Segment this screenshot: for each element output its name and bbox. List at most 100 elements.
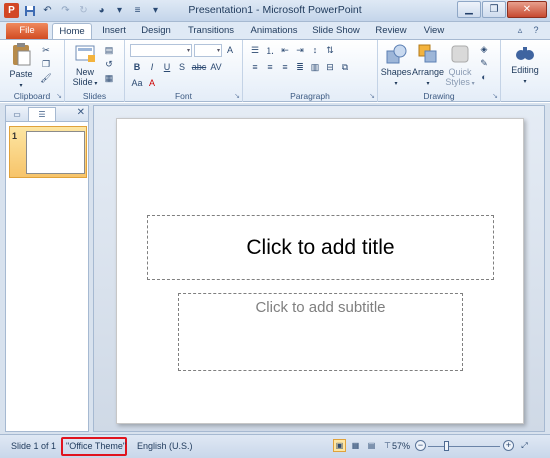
- slides-group: New Slide ▾ ▤ ↺ ▦ Slides: [65, 40, 125, 102]
- close-button[interactable]: ✕: [507, 1, 547, 18]
- line-spacing-icon[interactable]: ↕: [309, 44, 321, 56]
- copy-icon[interactable]: ❐: [40, 58, 52, 70]
- font-name-combo[interactable]: ▾: [130, 44, 192, 57]
- numbering-icon[interactable]: ⒈: [264, 44, 276, 56]
- reset-icon[interactable]: ↺: [103, 58, 115, 70]
- slide-thumbnail-number: 1: [12, 131, 18, 141]
- minimize-button[interactable]: ▁: [457, 1, 481, 18]
- quick-styles-icon: [451, 45, 469, 63]
- drawing-group: Shapes ▾ Arrange ▾ Quick Styles ▾ ◈ ✎ ◐ Dr…: [378, 40, 501, 102]
- maximize-button[interactable]: ❐: [482, 1, 506, 18]
- quick-styles-label-2: Styles: [445, 77, 470, 87]
- tab-view[interactable]: View: [418, 23, 450, 39]
- subtitle-placeholder[interactable]: Click to add subtitle: [178, 293, 463, 371]
- change-case-icon[interactable]: Aa: [131, 77, 143, 89]
- reading-view-icon[interactable]: ▤: [365, 439, 378, 452]
- smartart-icon[interactable]: ⧉: [339, 61, 351, 73]
- decrease-indent-icon[interactable]: ⇤: [279, 44, 291, 56]
- shapes-button[interactable]: Shapes ▾: [380, 43, 412, 89]
- slide-sorter-icon[interactable]: ▦: [349, 439, 362, 452]
- clipboard-group-label: Clipboard: [13, 91, 51, 101]
- slides-panel: ▭ ☰ ✕ 1: [5, 105, 89, 432]
- underline-button[interactable]: U: [161, 61, 173, 73]
- align-text-icon[interactable]: ⊟: [324, 61, 336, 73]
- align-center-icon[interactable]: ≡: [264, 61, 276, 73]
- tab-home[interactable]: Home: [52, 23, 92, 39]
- fit-to-window-icon[interactable]: ⤢: [518, 439, 531, 452]
- editing-button[interactable]: Editing ▾: [505, 43, 545, 87]
- cut-icon[interactable]: ✂: [40, 44, 52, 56]
- columns-icon[interactable]: ▥: [309, 61, 321, 73]
- tab-animations[interactable]: Animations: [246, 23, 302, 39]
- arrange-icon: [418, 44, 437, 63]
- language-status[interactable]: English (U.S.): [137, 441, 193, 451]
- slide-canvas[interactable]: Click to add title Click to add subtitle: [116, 118, 524, 424]
- editing-label: Editing: [511, 65, 539, 75]
- help-icon[interactable]: ?: [530, 24, 542, 36]
- text-direction-icon[interactable]: ⇅: [324, 44, 336, 56]
- shape-outline-icon[interactable]: ✎: [478, 57, 490, 69]
- tab-transitions[interactable]: Transitions: [182, 23, 240, 39]
- tab-review[interactable]: Review: [370, 23, 412, 39]
- tab-slide-show[interactable]: Slide Show: [308, 23, 364, 39]
- slide-thumbnail-item[interactable]: 1: [9, 126, 87, 178]
- binoculars-icon: [516, 47, 534, 60]
- zoom-level[interactable]: 57%: [392, 441, 410, 451]
- char-spacing-icon[interactable]: AV: [210, 61, 222, 73]
- tab-design[interactable]: Design: [136, 23, 176, 39]
- outline-tab-icon[interactable]: ☰: [28, 107, 56, 121]
- strikethrough-button[interactable]: abc: [191, 61, 207, 73]
- paragraph-group: ☰ ⒈ ⇤ ⇥ ↕ ⇅ ≡ ≡ ≡ ≣ ▥ ⊟ ⧉ Paragraph ↘: [243, 40, 378, 102]
- editing-group: Editing ▾: [501, 40, 550, 102]
- clipboard-group: Paste ▾ ✂ ❐ 🖌 Clipboard ↘: [0, 40, 65, 102]
- format-painter-icon[interactable]: 🖌: [40, 72, 52, 84]
- close-panel-icon[interactable]: ✕: [77, 107, 85, 118]
- justify-icon[interactable]: ≣: [294, 61, 306, 73]
- paste-button[interactable]: Paste ▾: [6, 43, 36, 91]
- italic-button[interactable]: I: [146, 61, 158, 73]
- shadow-button[interactable]: S: [176, 61, 188, 73]
- normal-view-icon[interactable]: ▣: [333, 439, 346, 452]
- quick-styles-button[interactable]: Quick Styles ▾: [444, 43, 476, 89]
- zoom-slider-track[interactable]: [428, 446, 500, 447]
- grow-font-icon[interactable]: A: [224, 44, 236, 56]
- minimize-ribbon-icon[interactable]: ▵: [514, 24, 526, 36]
- paragraph-launcher-icon[interactable]: ↘: [369, 92, 375, 100]
- tab-file[interactable]: File: [6, 23, 48, 39]
- bold-button[interactable]: B: [131, 61, 143, 73]
- font-size-combo[interactable]: ▾: [194, 44, 222, 57]
- slides-tab-icon[interactable]: ▭: [10, 107, 24, 121]
- title-placeholder[interactable]: Click to add title: [147, 215, 494, 280]
- paste-label: Paste: [9, 69, 33, 79]
- increase-indent-icon[interactable]: ⇥: [294, 44, 306, 56]
- font-color-icon[interactable]: A: [146, 77, 158, 89]
- window-controls: ▁ ❐ ✕: [457, 1, 547, 18]
- arrange-button[interactable]: Arrange ▾: [411, 43, 445, 89]
- new-slide-label-1: New: [75, 67, 94, 77]
- status-bar: Slide 1 of 1 "Office Theme" English (U.S…: [0, 434, 550, 458]
- align-left-icon[interactable]: ≡: [249, 61, 261, 73]
- new-slide-label-2: Slide: [72, 77, 93, 87]
- ribbon-tabs: File Home Insert Design Transitions Anim…: [0, 22, 550, 39]
- layout-icon[interactable]: ▤: [103, 44, 115, 56]
- slide-editing-area: Click to add title Click to add subtitle: [93, 105, 545, 432]
- zoom-out-icon[interactable]: −: [415, 440, 426, 451]
- section-icon[interactable]: ▦: [103, 72, 115, 84]
- theme-name-status[interactable]: "Office Theme": [66, 441, 126, 451]
- drawing-launcher-icon[interactable]: ↘: [492, 92, 498, 100]
- bullets-icon[interactable]: ☰: [249, 44, 261, 56]
- font-launcher-icon[interactable]: ↘: [234, 92, 240, 100]
- panel-tabs: ▭ ☰ ✕: [6, 106, 88, 122]
- new-slide-button[interactable]: New Slide ▾: [69, 43, 101, 89]
- font-group-label: Font: [174, 91, 192, 101]
- shape-effects-icon[interactable]: ◐: [478, 71, 490, 83]
- arrange-label: Arrange: [411, 67, 445, 77]
- shapes-icon: [386, 44, 407, 64]
- tab-insert[interactable]: Insert: [96, 23, 132, 39]
- clipboard-launcher-icon[interactable]: ↘: [56, 92, 62, 100]
- align-right-icon[interactable]: ≡: [279, 61, 291, 73]
- zoom-slider-thumb[interactable]: [444, 441, 449, 451]
- slide-thumbnail[interactable]: [26, 131, 85, 174]
- shape-fill-icon[interactable]: ◈: [478, 43, 490, 55]
- zoom-in-icon[interactable]: +: [503, 440, 514, 451]
